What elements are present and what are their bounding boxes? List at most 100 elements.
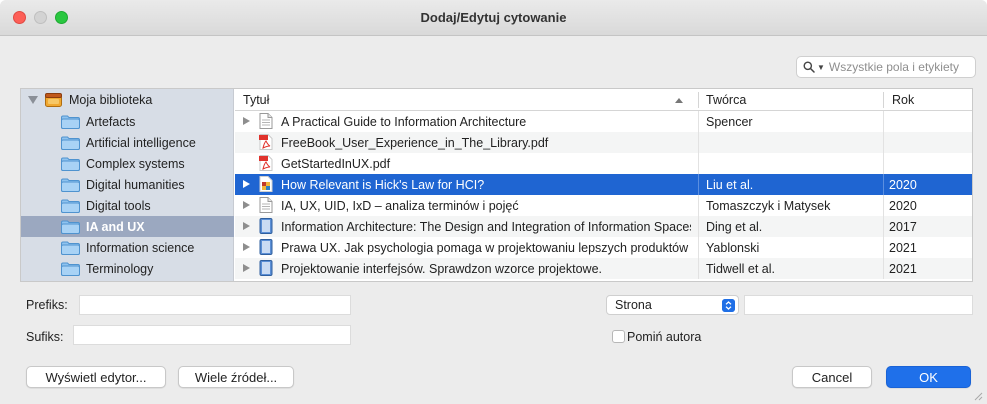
folder-icon xyxy=(61,220,80,234)
search-placeholder: Wszystkie pola i etykiety xyxy=(828,60,959,74)
table-row[interactable]: A Practical Guide to Information Archite… xyxy=(235,111,972,132)
table-row[interactable]: Projektowanie interfejsów. Sprawdzon wzo… xyxy=(235,258,972,279)
document-icon xyxy=(259,113,273,129)
ok-button[interactable]: OK xyxy=(886,366,971,388)
row-year: 2020 xyxy=(889,178,917,192)
table-row[interactable]: Information Architecture: The Design and… xyxy=(235,216,972,237)
locator-type-select[interactable]: Strona xyxy=(606,295,739,315)
sidebar-item-terminology[interactable]: Terminology xyxy=(21,258,234,279)
expand-triangle-icon[interactable] xyxy=(243,180,250,188)
cell-divider xyxy=(698,153,699,174)
row-year: 2017 xyxy=(889,220,917,234)
row-title: Projektowanie interfejsów. Sprawdzon wzo… xyxy=(281,262,602,276)
omit-author-checkbox[interactable] xyxy=(612,330,625,343)
cell-divider xyxy=(883,195,884,216)
library-icon xyxy=(45,93,62,107)
row-creator: Spencer xyxy=(706,115,753,129)
collections-sidebar: Moja biblioteka Artefacts Artificial int… xyxy=(21,89,234,281)
column-header-title[interactable]: Tytuł xyxy=(243,93,269,107)
expand-triangle-icon[interactable] xyxy=(243,222,250,230)
disclosure-triangle-icon[interactable] xyxy=(28,96,38,104)
sidebar-item-label: Information science xyxy=(86,241,195,255)
column-divider[interactable] xyxy=(698,92,699,108)
folder-icon xyxy=(61,199,80,213)
document-icon xyxy=(259,197,273,213)
column-header-creator[interactable]: Twórca xyxy=(706,93,746,107)
show-editor-button[interactable]: Wyświetl edytor... xyxy=(26,366,166,388)
sidebar-item-label: Digital humanities xyxy=(86,178,185,192)
resize-grip-icon[interactable] xyxy=(973,391,983,401)
table-row[interactable]: GetStartedInUX.pdf xyxy=(235,153,972,174)
window-title: Dodaj/Edytuj cytowanie xyxy=(420,10,567,25)
sidebar-item-library[interactable]: Moja biblioteka xyxy=(21,89,234,111)
cell-divider xyxy=(883,216,884,237)
folder-icon xyxy=(61,115,80,129)
column-divider[interactable] xyxy=(883,92,884,108)
row-creator: Ding et al. xyxy=(706,220,763,234)
items-table: Tytuł Twórca Rok A Practical Guide to In… xyxy=(235,89,972,281)
locator-input[interactable] xyxy=(744,295,973,315)
cell-divider xyxy=(883,174,884,195)
citation-dialog: Dodaj/Edytuj cytowanie ▼ Wszystkie pola … xyxy=(0,0,987,404)
sidebar-item-complex-systems[interactable]: Complex systems xyxy=(21,153,234,174)
cell-divider xyxy=(698,195,699,216)
row-creator: Tomaszczyk i Matysek xyxy=(706,199,831,213)
book-icon xyxy=(259,218,273,234)
suffix-input[interactable] xyxy=(73,325,351,345)
search-field[interactable]: ▼ Wszystkie pola i etykiety xyxy=(796,56,976,78)
row-year: 2021 xyxy=(889,262,917,276)
row-year: 2020 xyxy=(889,199,917,213)
sidebar-item-label: Artificial intelligence xyxy=(86,136,196,150)
table-header: Tytuł Twórca Rok xyxy=(235,89,972,111)
cell-divider xyxy=(883,258,884,279)
table-row[interactable]: IA, UX, UID, IxD – analiza terminów i po… xyxy=(235,195,972,216)
multiple-sources-button[interactable]: Wiele źródeł... xyxy=(178,366,294,388)
folder-icon xyxy=(61,178,80,192)
sidebar-item-digital-tools[interactable]: Digital tools xyxy=(21,195,234,216)
sort-ascending-icon[interactable] xyxy=(675,98,683,103)
expand-triangle-icon[interactable] xyxy=(243,117,250,125)
row-title: GetStartedInUX.pdf xyxy=(281,157,391,171)
sidebar-item-ia-and-ux[interactable]: IA and UX xyxy=(21,216,234,237)
expand-triangle-icon[interactable] xyxy=(243,201,250,209)
column-header-year[interactable]: Rok xyxy=(892,93,914,107)
cell-divider xyxy=(698,237,699,258)
cell-divider xyxy=(698,132,699,153)
title-bar: Dodaj/Edytuj cytowanie xyxy=(0,0,987,36)
search-icon xyxy=(803,61,815,73)
row-title: How Relevant is Hick's Law for HCI? xyxy=(281,178,485,192)
cell-divider xyxy=(883,132,884,153)
folder-icon xyxy=(61,241,80,255)
pdf-icon xyxy=(259,155,273,171)
sidebar-item-artificial-intelligence[interactable]: Artificial intelligence xyxy=(21,132,234,153)
locator-type-value: Strona xyxy=(615,298,652,312)
expand-triangle-icon[interactable] xyxy=(243,264,250,272)
row-title: A Practical Guide to Information Archite… xyxy=(281,115,527,129)
cell-divider xyxy=(883,111,884,132)
prefix-input[interactable] xyxy=(79,295,351,315)
search-mode-chevron-down-icon[interactable]: ▼ xyxy=(817,63,825,72)
sidebar-item-information-science[interactable]: Information science xyxy=(21,237,234,258)
row-creator: Tidwell et al. xyxy=(706,262,776,276)
cell-divider xyxy=(698,216,699,237)
cancel-button[interactable]: Cancel xyxy=(792,366,872,388)
suffix-label: Sufiks: xyxy=(26,330,64,344)
expand-triangle-icon[interactable] xyxy=(243,243,250,251)
cell-divider xyxy=(883,237,884,258)
sidebar-item-digital-humanities[interactable]: Digital humanities xyxy=(21,174,234,195)
chevron-updown-icon xyxy=(722,299,735,312)
table-row[interactable]: FreeBook_User_Experience_in_The_Library.… xyxy=(235,132,972,153)
cell-divider xyxy=(698,258,699,279)
book-icon xyxy=(259,239,273,255)
sidebar-item-artefacts[interactable]: Artefacts xyxy=(21,111,234,132)
row-title: Prawa UX. Jak psychologia pomaga w proje… xyxy=(281,241,691,255)
table-row[interactable]: Prawa UX. Jak psychologia pomaga w proje… xyxy=(235,237,972,258)
folder-icon xyxy=(61,157,80,171)
book-icon xyxy=(259,260,273,276)
table-row-selected[interactable]: How Relevant is Hick's Law for HCI? Liu … xyxy=(235,174,972,195)
cell-divider xyxy=(698,111,699,132)
row-creator: Liu et al. xyxy=(706,178,754,192)
sidebar-library-label: Moja biblioteka xyxy=(69,93,153,107)
folder-icon xyxy=(61,262,80,276)
sidebar-item-label: IA and UX xyxy=(86,220,145,234)
